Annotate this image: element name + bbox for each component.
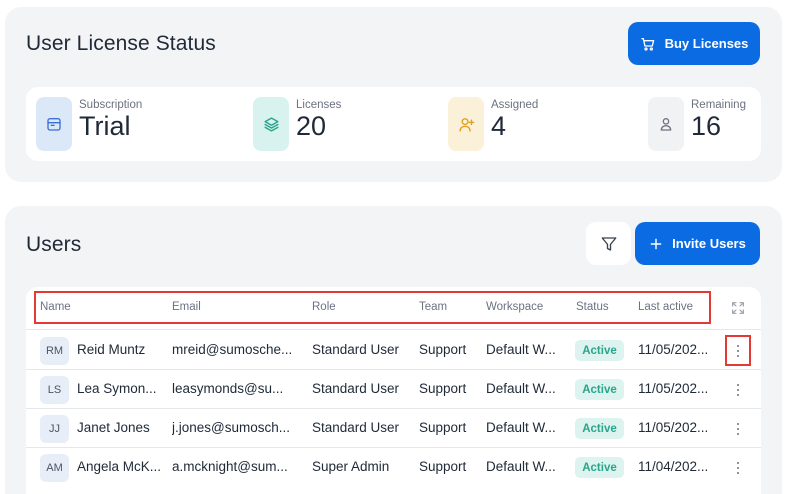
- cell-team: Support: [419, 342, 467, 357]
- layers-icon: [253, 97, 289, 151]
- license-status-card: User License Status Buy Licenses Subscri…: [5, 7, 782, 182]
- cell-workspace: Default W...: [486, 459, 556, 474]
- cell-team: Support: [419, 381, 467, 396]
- row-more-options-icon[interactable]: [728, 378, 748, 402]
- cell-role: Standard User: [312, 381, 400, 396]
- table-row[interactable]: RM Reid Muntz mreid@sumosche... Standard…: [26, 331, 761, 370]
- row-more-options-icon[interactable]: [728, 456, 748, 480]
- menu-highlight-box: [725, 335, 751, 366]
- buy-licenses-label: Buy Licenses: [664, 36, 749, 51]
- user-icon: [648, 97, 684, 151]
- stat-subscription-value: Trial: [79, 111, 131, 141]
- table-row[interactable]: AM Angela McK... a.mcknight@sum... Super…: [26, 448, 761, 487]
- avatar: AM: [40, 454, 69, 482]
- table-row[interactable]: JJ Janet Jones j.jones@sumosch... Standa…: [26, 409, 761, 448]
- table-row[interactable]: LS Lea Symon... leasymonds@su... Standar…: [26, 370, 761, 409]
- avatar: RM: [40, 337, 69, 365]
- cell-last-active: 11/05/202...: [638, 381, 709, 396]
- status-badge: Active: [575, 418, 624, 439]
- cell-role: Standard User: [312, 420, 400, 435]
- cell-name: Reid Muntz: [77, 342, 146, 357]
- cell-team: Support: [419, 420, 467, 435]
- avatar: LS: [40, 376, 69, 404]
- stat-remaining-value: 16: [691, 111, 722, 141]
- avatar: JJ: [40, 415, 69, 443]
- calendar-icon: [36, 97, 72, 151]
- stat-remaining: Remaining 16: [648, 97, 746, 151]
- buy-licenses-button[interactable]: Buy Licenses: [628, 22, 760, 65]
- stat-assigned-value: 4: [491, 111, 507, 141]
- cell-name: Angela McK...: [77, 459, 162, 474]
- filter-button[interactable]: [586, 222, 631, 265]
- cell-role: Standard User: [312, 342, 400, 357]
- status-badge: Active: [575, 457, 624, 478]
- license-status-title: User License Status: [26, 32, 216, 55]
- users-title: Users: [26, 233, 82, 256]
- stat-remaining-label: Remaining: [691, 99, 746, 111]
- stat-assigned-label: Assigned: [491, 99, 539, 111]
- row-more-options-icon[interactable]: [728, 417, 748, 441]
- cart-icon: [640, 37, 654, 51]
- cell-email: a.mcknight@sum...: [172, 459, 288, 474]
- stat-licenses: Licenses 20: [253, 97, 341, 151]
- cell-workspace: Default W...: [486, 420, 556, 435]
- expand-icon[interactable]: [730, 300, 746, 316]
- cell-last-active: 11/05/202...: [638, 342, 709, 357]
- cell-email: leasymonds@su...: [172, 381, 284, 396]
- stat-subscription-label: Subscription: [79, 99, 143, 111]
- user-plus-icon: [448, 97, 484, 151]
- stat-licenses-value: 20: [296, 111, 327, 141]
- stat-assigned: Assigned 4: [448, 97, 538, 151]
- status-badge: Active: [575, 340, 624, 361]
- cell-email: mreid@sumosche...: [172, 342, 293, 357]
- users-card: Users Invite Users Name Email Role Team …: [5, 206, 782, 494]
- status-badge: Active: [575, 379, 624, 400]
- cell-role: Super Admin: [312, 459, 390, 474]
- stat-licenses-label: Licenses: [296, 99, 342, 111]
- header-highlight-box: [34, 291, 711, 324]
- users-table: Name Email Role Team Workspace Status La…: [26, 287, 761, 494]
- filter-icon: [601, 236, 616, 251]
- invite-users-label: Invite Users: [672, 236, 746, 251]
- cell-last-active: 11/04/202...: [638, 459, 709, 474]
- stat-subscription: Subscription Trial: [36, 97, 142, 151]
- license-stats-panel: Subscription Trial Licenses 20 Assigned …: [26, 87, 761, 161]
- cell-team: Support: [419, 459, 467, 474]
- cell-name: Lea Symon...: [77, 381, 157, 396]
- invite-users-button[interactable]: Invite Users: [635, 222, 760, 265]
- table-header: Name Email Role Team Workspace Status La…: [26, 287, 761, 330]
- plus-icon: [650, 238, 662, 249]
- cell-workspace: Default W...: [486, 381, 556, 396]
- cell-name: Janet Jones: [77, 420, 150, 435]
- cell-email: j.jones@sumosch...: [172, 420, 290, 435]
- cell-workspace: Default W...: [486, 342, 556, 357]
- cell-last-active: 11/05/202...: [638, 420, 709, 435]
